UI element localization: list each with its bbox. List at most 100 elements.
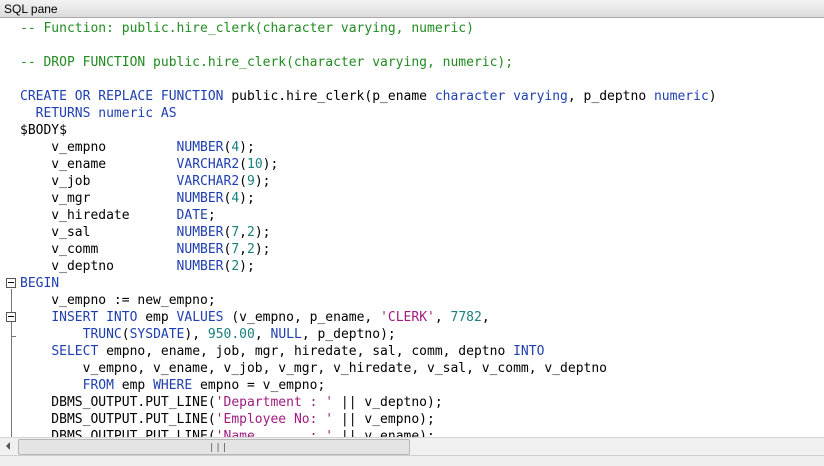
scrollbar-thumb[interactable]: |||	[18, 439, 410, 455]
code-token: (	[239, 174, 247, 189]
pane-title: SQL pane	[4, 2, 58, 16]
code-token: ,	[481, 310, 490, 325]
fold-gutter	[0, 18, 16, 437]
code-line: FROM emp WHERE empno = v_empno;	[20, 377, 717, 394]
code-token: 7	[231, 242, 240, 257]
code-line: v_empno, v_ename, v_job, v_mgr, v_hireda…	[20, 360, 717, 377]
code-line: $BODY$	[20, 122, 717, 139]
code-token: INSERT INTO	[51, 310, 146, 325]
code-line: v_ename VARCHAR2(10);	[20, 156, 717, 173]
code-token: v_deptno	[20, 259, 177, 274]
code-token: NUMBER	[176, 259, 224, 274]
code-token: , p_deptno	[567, 89, 654, 104]
code-line: v_mgr NUMBER(4);	[20, 190, 717, 207]
code-line: v_job VARCHAR2(9);	[20, 173, 717, 190]
code-token: v_sal	[20, 225, 177, 240]
code-line: SELECT empno, ename, job, mgr, hiredate,…	[20, 343, 717, 360]
code-token: RETURNS numeric AS	[20, 106, 177, 121]
code-line: INSERT INTO emp VALUES (v_empno, p_ename…	[20, 309, 717, 326]
code-token: || v_deptno);	[333, 395, 443, 410]
code-token: );	[239, 259, 255, 274]
code-token: ,	[254, 327, 271, 342]
code-token: 'Employee No: '	[215, 412, 334, 427]
code-token: ;	[207, 208, 216, 223]
code-token: VARCHAR2	[176, 157, 240, 172]
code-token: NUMBER	[176, 225, 224, 240]
code-token: 4	[231, 191, 240, 206]
code-token: || v_empno);	[333, 412, 435, 427]
code-token: v_empno, v_ename, v_job, v_mgr, v_hireda…	[20, 361, 607, 376]
code-token: (v_empno, p_ename,	[231, 310, 381, 325]
code-line: v_deptno NUMBER(2);	[20, 258, 717, 275]
scroll-left-arrow-icon[interactable]	[2, 438, 17, 455]
status-bar	[0, 455, 824, 466]
sql-pane-titlebar: SQL pane	[0, 0, 824, 18]
code-token: 4	[231, 140, 240, 155]
code-token: 2	[247, 242, 255, 257]
code-token: (	[239, 157, 247, 172]
code-token: 'Name : '	[215, 429, 334, 437]
code-token: );	[262, 157, 279, 172]
code-token: CREATE OR REPLACE FUNCTION	[20, 89, 232, 104]
code-token: 'Department : '	[215, 395, 334, 410]
code-token: v_ename	[20, 157, 177, 172]
code-token: 2	[247, 225, 255, 240]
code-token: TRUNC	[82, 327, 122, 342]
code-token: empno = v_empno;	[200, 378, 326, 393]
code-token: );	[239, 191, 255, 206]
code-token: 9	[247, 174, 255, 189]
code-line: -- DROP FUNCTION public.hire_clerk(chara…	[20, 54, 717, 71]
code-lines: -- Function: public.hire_clerk(character…	[20, 20, 717, 437]
code-line: RETURNS numeric AS	[20, 105, 717, 122]
code-token: v_job	[20, 174, 177, 189]
code-token: character varying	[434, 89, 568, 104]
code-token: v_mgr	[20, 191, 177, 206]
code-token: v_hiredate	[20, 208, 177, 223]
code-token: 7782	[450, 310, 482, 325]
code-line: DBMS_OUTPUT.PUT_LINE('Department : ' || …	[20, 394, 717, 411]
code-token: NUMBER	[176, 191, 224, 206]
code-token: 950.00	[207, 327, 255, 342]
code-token: 2	[231, 259, 240, 274]
fold-toggle-begin-icon[interactable]	[6, 278, 16, 288]
code-line: DBMS_OUTPUT.PUT_LINE('Name : ' || v_enam…	[20, 428, 717, 437]
code-token: INTO	[513, 344, 545, 359]
code-token: 7	[231, 225, 240, 240]
code-line: v_empno NUMBER(4);	[20, 139, 717, 156]
code-line: DBMS_OUTPUT.PUT_LINE('Employee No: ' || …	[20, 411, 717, 428]
fold-toggle-insert-icon[interactable]	[6, 312, 16, 322]
code-token: );	[239, 140, 255, 155]
code-line: -- Function: public.hire_clerk(character…	[20, 20, 717, 37]
code-line: TRUNC(SYSDATE), 950.00, NULL, p_deptno);	[20, 326, 717, 343]
code-token: v_empno := new_empno;	[20, 293, 216, 308]
code-token: emp	[121, 378, 154, 393]
code-token: $BODY$	[20, 123, 67, 138]
code-token: );	[254, 242, 271, 257]
code-token: DATE	[176, 208, 208, 223]
sql-editor[interactable]: -- Function: public.hire_clerk(character…	[0, 18, 824, 437]
code-token: WHERE	[153, 378, 201, 393]
code-token: (	[121, 327, 130, 342]
code-token: DBMS_OUTPUT.PUT_LINE(	[20, 412, 216, 427]
scrollbar-grip: |||	[209, 443, 229, 453]
code-token: , p_deptno);	[301, 327, 396, 342]
code-line: v_sal NUMBER(7,2);	[20, 224, 717, 241]
code-token: -- Function: public.hire_clerk(character…	[20, 21, 474, 36]
code-token: public.hire_clerk(p_ename	[231, 89, 435, 104]
code-token: v_comm	[20, 242, 177, 257]
code-token: SYSDATE	[129, 327, 185, 342]
code-token: );	[254, 174, 271, 189]
code-token: NUMBER	[176, 140, 224, 155]
horizontal-scrollbar[interactable]: |||	[0, 437, 824, 455]
code-token: 10	[247, 157, 263, 172]
code-token: DBMS_OUTPUT.PUT_LINE(	[20, 429, 216, 437]
code-token: );	[254, 225, 271, 240]
code-line: BEGIN	[20, 275, 717, 292]
code-token: SELECT	[51, 344, 107, 359]
code-token: VARCHAR2	[176, 174, 240, 189]
